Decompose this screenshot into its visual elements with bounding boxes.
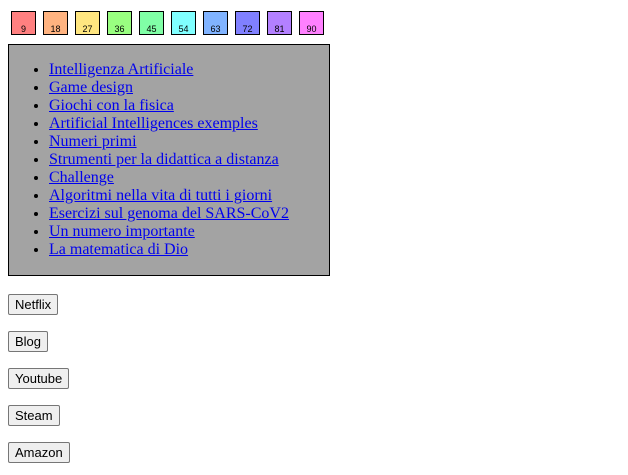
list-item: Numeri primi bbox=[49, 133, 289, 151]
color-swatch: 54 bbox=[171, 11, 196, 35]
link-list: Intelligenza Artificiale Game design Gio… bbox=[49, 61, 289, 259]
link-didattica-distanza[interactable]: Strumenti per la didattica a distanza bbox=[49, 151, 279, 168]
link-matematica-dio[interactable]: La matematica di Dio bbox=[49, 241, 188, 258]
link-game-design[interactable]: Game design bbox=[49, 79, 133, 96]
link-giochi-fisica[interactable]: Giochi con la fisica bbox=[49, 97, 174, 114]
steam-button[interactable]: Steam bbox=[8, 405, 60, 426]
links-panel: Intelligenza Artificiale Game design Gio… bbox=[8, 44, 330, 276]
list-item: Strumenti per la didattica a distanza bbox=[49, 151, 289, 169]
color-swatch: 63 bbox=[203, 11, 228, 35]
color-swatch: 18 bbox=[43, 11, 68, 35]
netflix-button[interactable]: Netflix bbox=[8, 294, 59, 315]
list-item: Esercizi sul genoma del SARS-CoV2 bbox=[49, 205, 289, 223]
link-challenge[interactable]: Challenge bbox=[49, 169, 114, 186]
link-numeri-primi[interactable]: Numeri primi bbox=[49, 133, 137, 150]
color-swatch: 9 bbox=[11, 11, 36, 35]
list-item: La matematica di Dio bbox=[49, 241, 289, 259]
link-ai-examples[interactable]: Artificial Intelligences exemples bbox=[49, 115, 258, 132]
list-item: Game design bbox=[49, 79, 289, 97]
link-algoritmi[interactable]: Algoritmi nella vita di tutti i giorni bbox=[49, 187, 272, 204]
color-swatch: 45 bbox=[139, 11, 164, 35]
color-swatch: 27 bbox=[75, 11, 100, 35]
youtube-button[interactable]: Youtube bbox=[8, 368, 70, 389]
amazon-button[interactable]: Amazon bbox=[8, 442, 70, 463]
list-item: Giochi con la fisica bbox=[49, 97, 289, 115]
color-swatch: 90 bbox=[299, 11, 324, 35]
list-item: Artificial Intelligences exemples bbox=[49, 115, 289, 133]
blog-button[interactable]: Blog bbox=[8, 331, 49, 352]
link-intelligenza-artificiale[interactable]: Intelligenza Artificiale bbox=[49, 61, 193, 78]
list-item: Algoritmi nella vita di tutti i giorni bbox=[49, 187, 289, 205]
color-swatch: 81 bbox=[267, 11, 292, 35]
list-item: Intelligenza Artificiale bbox=[49, 61, 289, 79]
list-item: Un numero importante bbox=[49, 223, 289, 241]
list-item: Challenge bbox=[49, 169, 289, 187]
color-swatch: 36 bbox=[107, 11, 132, 35]
link-numero-importante[interactable]: Un numero importante bbox=[49, 223, 195, 240]
link-genoma-sars[interactable]: Esercizi sul genoma del SARS-CoV2 bbox=[49, 205, 289, 222]
color-swatch: 72 bbox=[235, 11, 260, 35]
